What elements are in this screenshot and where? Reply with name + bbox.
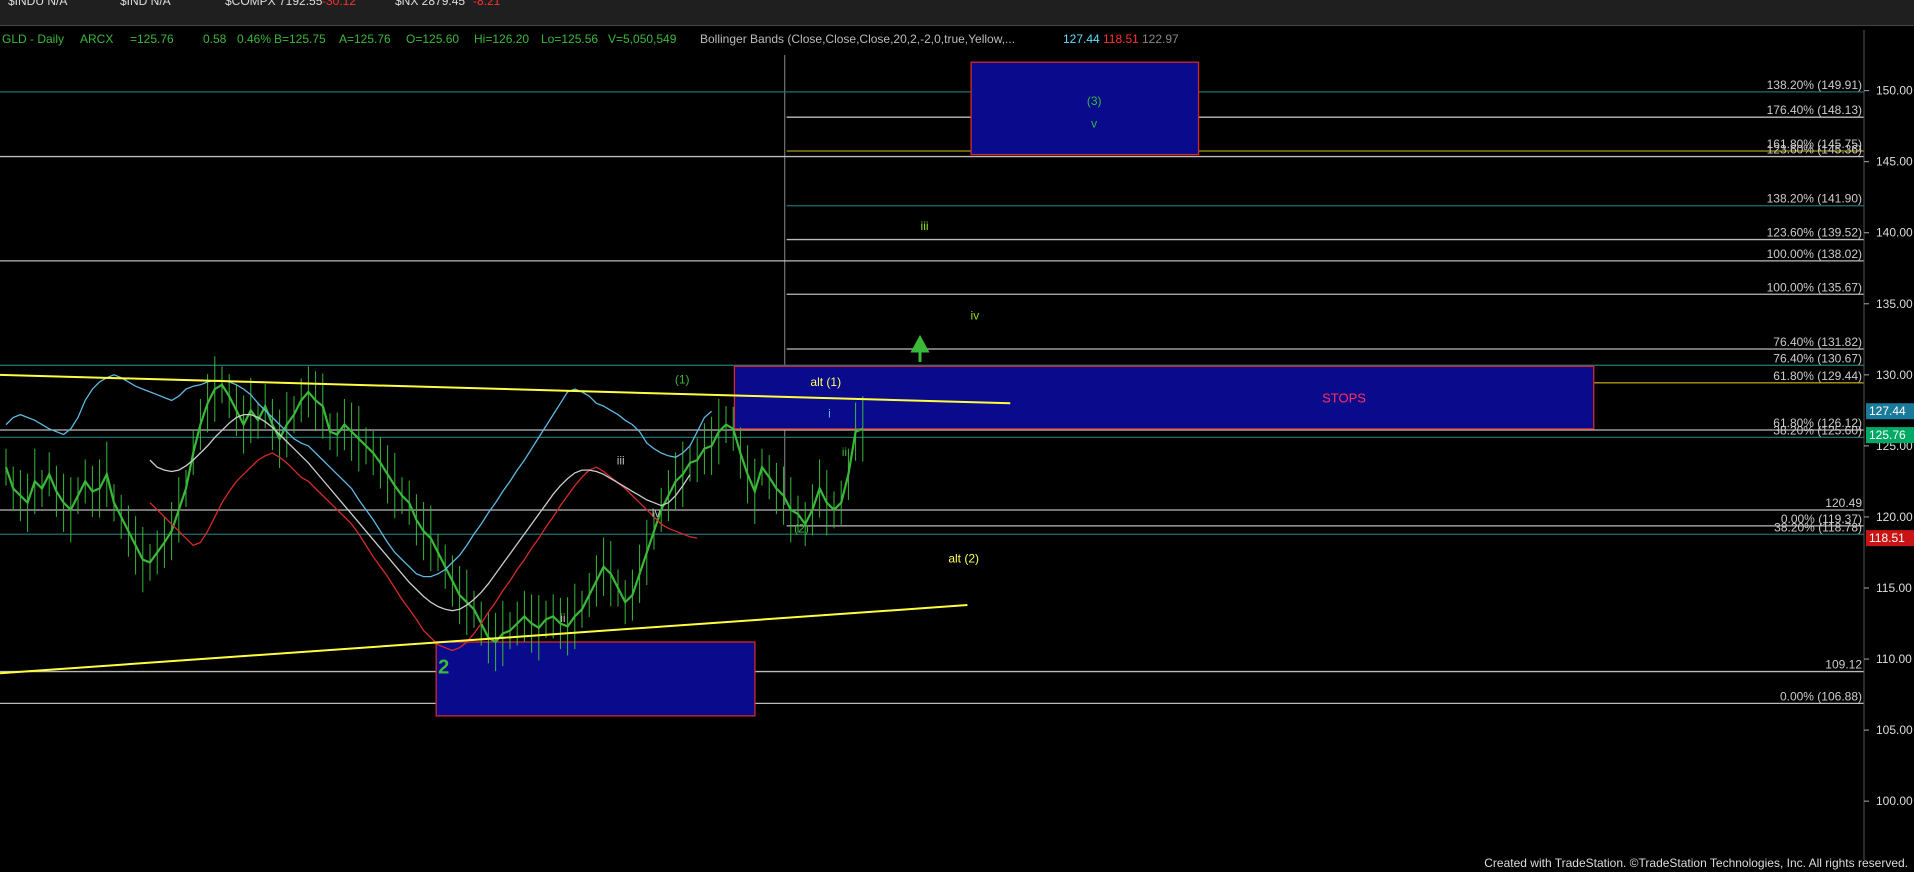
header-bb-upper: 127.44 [1063, 32, 1100, 46]
fib-level-label: 123.60% (139.52) [1767, 226, 1862, 240]
header-bb-mid: 122.97 [1142, 32, 1179, 46]
wave-label: iii [921, 219, 929, 233]
header-symbol: GLD - Daily [2, 32, 64, 46]
series-bb-mid [149, 413, 691, 612]
fib-level-label: 38.20% (118.78) [1774, 520, 1862, 534]
wave-label: iv [971, 308, 980, 322]
stops-box [733, 365, 1595, 430]
wave-label: alt (2) [948, 551, 979, 565]
header-volume: V=5,050,549 [608, 32, 677, 46]
header-low: Lo=125.56 [541, 32, 598, 46]
fib-level-label: 100.00% (138.02) [1767, 247, 1862, 261]
wave-label: i [828, 406, 831, 420]
axis-tick-label: 105.00 [1876, 723, 1913, 737]
axis-tick-label: 150.00 [1876, 84, 1913, 98]
target-boxes: STOPS [435, 61, 1595, 717]
breakout-up-arrow-icon [910, 334, 930, 362]
wave-label: iv [652, 506, 661, 520]
axis-tick-label: 130.00 [1876, 368, 1913, 382]
axis-tick-label: 140.00 [1876, 226, 1913, 240]
wave-label: ii [842, 445, 847, 459]
fib-level-label: 38.20% (125.60) [1773, 423, 1862, 437]
wave-label: (2) [794, 522, 809, 536]
fib-level-label: 138.20% (149.91) [1767, 78, 1862, 92]
fib-level-label: 109.12 [1825, 658, 1862, 672]
target-box-3 [970, 61, 1200, 156]
fib-level-label: 123.60% (145.36) [1767, 143, 1862, 157]
header-ask: A=125.76 [339, 32, 391, 46]
price-tags: 127.44 125.76 118.51 [1866, 403, 1914, 547]
axis-tick-label: 115.00 [1876, 581, 1912, 595]
price-tag-text: 127.44 [1869, 404, 1906, 418]
axis-tick-label: 135.00 [1876, 297, 1913, 311]
wave-label: ii [560, 611, 565, 625]
footer-copyright: Created with TradeStation. ©TradeStation… [1484, 856, 1908, 870]
fib-level-label: 100.00% (135.67) [1767, 280, 1862, 294]
fib-level-label: 61.80% (129.44) [1773, 369, 1862, 383]
wave-label: alt (1) [810, 375, 841, 389]
wave-label: (1) [675, 372, 690, 386]
fib-level-label: 76.40% (131.82) [1773, 335, 1862, 349]
fib-level-label: 120.49 [1825, 496, 1862, 510]
fib-level-label: 0.00% (106.88) [1780, 689, 1862, 703]
fib-level-label: 138.20% (141.90) [1767, 192, 1862, 206]
fib-level-label: 176.40% (148.13) [1767, 103, 1862, 117]
wave-label: (3) [1087, 94, 1102, 108]
price-chart[interactable]: 138.20% (149.91)176.40% (148.13)161.80% … [0, 0, 1914, 872]
header-last: =125.76 [130, 32, 174, 46]
axis-tick-label: 120.00 [1876, 510, 1913, 524]
axis-tick-label: 145.00 [1876, 155, 1913, 169]
price-axis: 100.00105.00110.00115.00120.00125.00130.… [1863, 30, 1913, 860]
header-change: 0.58 [203, 32, 227, 46]
header-pct: 0.46% [237, 32, 271, 46]
fib-level-label: 76.40% (130.67) [1773, 351, 1862, 365]
header-bb-lower: 118.51 [1103, 32, 1139, 46]
stops-label: STOPS [1322, 391, 1366, 406]
wave-2-box [435, 641, 756, 717]
wave-label: iii [617, 453, 625, 467]
wave-label: v [1091, 117, 1097, 131]
price-tag-text: 125.76 [1869, 428, 1906, 442]
axis-tick-label: 100.00 [1876, 794, 1913, 808]
header-high: Hi=126.20 [474, 32, 529, 46]
chart-header: GLD - Daily ARCX =125.76 0.58 0.46% B=12… [2, 32, 1179, 46]
header-open: O=125.60 [406, 32, 459, 46]
header-exchange: ARCX [80, 32, 113, 46]
header-study: Bollinger Bands (Close,Close,Close,20,2,… [700, 32, 1015, 46]
price-tag-text: 118.51 [1869, 531, 1905, 545]
wave-label: 2 [438, 656, 449, 678]
header-bid: B=125.75 [274, 32, 326, 46]
axis-tick-label: 110.00 [1876, 652, 1912, 666]
